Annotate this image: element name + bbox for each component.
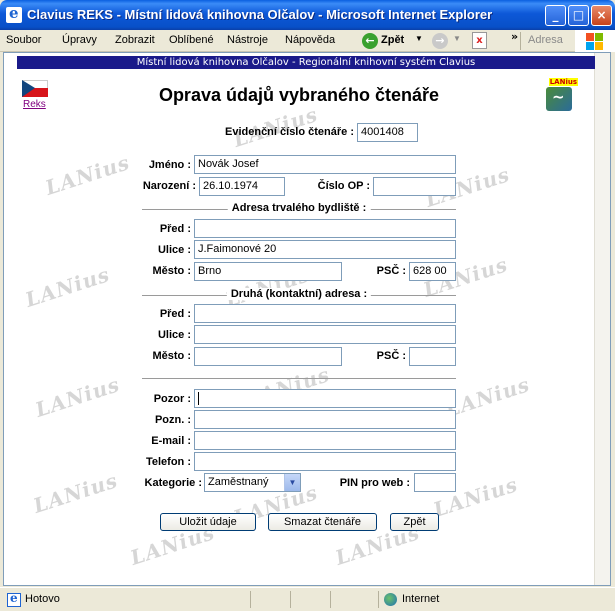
title-bar: Clavius REKS - Místní lidová knihovna Ol… [0, 0, 615, 30]
name-label: Jméno : [148, 159, 191, 171]
toolbar-overflow-icon[interactable]: » [511, 30, 518, 43]
watermark: LANius [30, 468, 121, 518]
id-card-field[interactable] [373, 177, 456, 196]
secondary-zip-field[interactable] [409, 347, 456, 366]
back-arrow-icon: ← [362, 33, 378, 49]
back-button[interactable]: Zpět [390, 513, 439, 531]
warning-field[interactable] [194, 389, 456, 408]
note-field[interactable] [194, 410, 456, 429]
globe-icon [384, 593, 397, 606]
warning-label: Pozor : [153, 393, 191, 405]
secondary-street-field[interactable] [194, 325, 456, 344]
windows-logo-icon [575, 30, 615, 52]
city-label: Město : [152, 350, 192, 362]
secondary-address-section: Druhá (kontaktní) adresa : [142, 288, 456, 302]
menu-file[interactable]: Soubor [6, 34, 41, 46]
zip-label: PSČ : [376, 265, 406, 277]
secondary-city-field[interactable] [194, 347, 342, 366]
menu-help[interactable]: Nápověda [285, 34, 335, 46]
address-label[interactable]: Adresa [528, 34, 563, 46]
street-label: Ulice : [157, 329, 191, 341]
watermark: LANius [22, 262, 113, 312]
text-caret [198, 392, 199, 405]
reader-number-field[interactable]: 4001408 [357, 123, 418, 142]
menu-view[interactable]: Zobrazit [115, 34, 155, 46]
back-toolbar-label: Zpět [381, 34, 405, 46]
chevron-down-icon[interactable]: ▼ [284, 474, 300, 491]
birth-label: Narození : [142, 180, 196, 192]
toolbar-separator [520, 32, 521, 50]
id-card-label: Číslo OP : [317, 180, 370, 192]
security-zone: Internet [402, 593, 440, 605]
street-label: Ulice : [157, 244, 191, 256]
page-icon [7, 591, 21, 607]
save-button[interactable]: Uložit údaje [160, 513, 256, 531]
permanent-zip-field[interactable]: 628 00 [409, 262, 456, 281]
birth-date-field[interactable]: 26.10.1974 [199, 177, 285, 196]
chevron-down-icon[interactable]: ▼ [415, 34, 423, 43]
watermark: LANius [32, 372, 123, 422]
permanent-street-field[interactable]: J.Faimonové 20 [194, 240, 456, 259]
close-button[interactable]: × [591, 5, 612, 26]
library-banner: Místní lidová knihovna Olčalov - Regioná… [17, 56, 595, 69]
email-field[interactable] [194, 431, 456, 450]
email-label: E-mail : [151, 435, 191, 447]
minimize-button[interactable]: _ [545, 5, 566, 26]
phone-field[interactable] [194, 452, 456, 471]
divider [142, 378, 456, 379]
category-select[interactable]: Zaměstnaný ▼ [204, 473, 301, 492]
delete-reader-button[interactable]: Smazat čtenáře [268, 513, 377, 531]
window-title: Clavius REKS - Místní lidová knihovna Ol… [27, 7, 493, 22]
secondary-address-heading: Druhá (kontaktní) adresa : [226, 288, 372, 300]
page-content: Místní lidová knihovna Olčalov - Regioná… [3, 52, 611, 586]
menu-edit[interactable]: Úpravy [62, 34, 97, 46]
pin-label: PIN pro web : [339, 477, 410, 489]
phone-label: Telefon : [145, 456, 191, 468]
city-label: Město : [152, 265, 192, 277]
permanent-city-field[interactable]: Brno [194, 262, 342, 281]
name-field[interactable]: Novák Josef [194, 155, 456, 174]
permanent-address-heading: Adresa trvalého bydliště : [227, 202, 371, 214]
secondary-before-field[interactable] [194, 304, 456, 323]
reader-number-label: Evidenční číslo čtenáře : [225, 126, 354, 138]
ie-icon [6, 4, 22, 23]
watermark: LANius [42, 150, 133, 200]
zip-label: PSČ : [376, 350, 406, 362]
note-label: Pozn. : [154, 414, 191, 426]
maximize-button[interactable]: □ [568, 5, 589, 26]
menu-bar: Soubor Úpravy Zobrazit Oblíbené Nástroje… [0, 30, 615, 52]
before-label: Před : [159, 223, 191, 235]
category-value: Zaměstnaný [208, 476, 269, 488]
menu-tools[interactable]: Nástroje [227, 34, 268, 46]
before-label: Před : [159, 308, 191, 320]
menu-favorites[interactable]: Oblíbené [169, 34, 214, 46]
status-text: Hotovo [25, 593, 60, 605]
page-title: Oprava údajů vybraného čtenáře [158, 85, 440, 105]
category-label: Kategorie : [144, 477, 202, 489]
vertical-scrollbar[interactable] [594, 53, 610, 585]
permanent-before-field[interactable] [194, 219, 456, 238]
stop-icon[interactable]: x [472, 32, 487, 49]
pin-field[interactable] [414, 473, 456, 492]
status-bar: Hotovo Internet [0, 587, 615, 611]
forward-dropdown-icon[interactable]: ▼ [453, 34, 461, 43]
forward-arrow-icon[interactable]: → [432, 33, 448, 49]
permanent-address-section: Adresa trvalého bydliště : [142, 202, 456, 216]
